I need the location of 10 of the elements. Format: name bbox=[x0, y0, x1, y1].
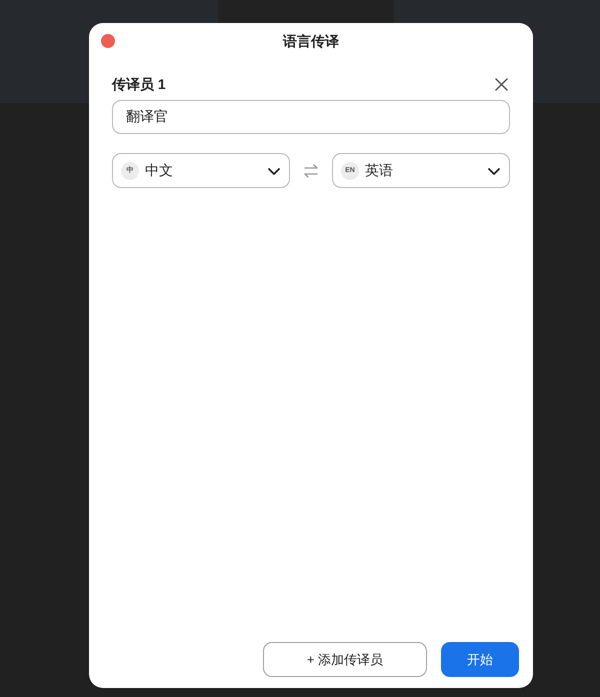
window-title: 语言传译 bbox=[283, 32, 339, 51]
swap-icon[interactable] bbox=[302, 162, 320, 178]
close-window-button[interactable] bbox=[101, 34, 115, 48]
interpreter-name-field[interactable]: 翻译官 bbox=[112, 100, 510, 134]
start-button[interactable]: 开始 bbox=[441, 642, 519, 677]
close-icon[interactable] bbox=[495, 78, 508, 90]
interpreter-heading: 传译员 1 bbox=[112, 74, 166, 94]
language-label: 中文 bbox=[145, 161, 174, 180]
add-interpreter-button[interactable]: + 添加传译员 bbox=[263, 642, 427, 677]
language-label: 英语 bbox=[365, 161, 394, 180]
